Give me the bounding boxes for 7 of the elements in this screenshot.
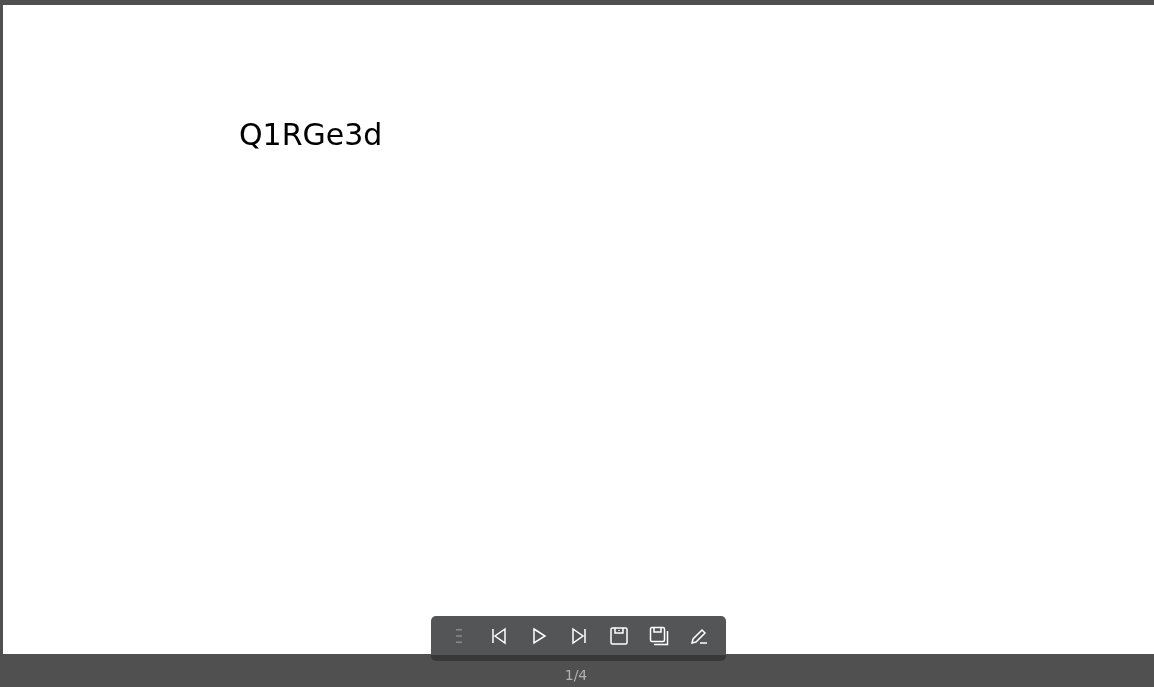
save-icon xyxy=(609,625,629,646)
skip-forward-icon xyxy=(569,625,589,646)
page-counter: 1/4 xyxy=(564,666,588,683)
menu-icon xyxy=(456,628,462,643)
slide-title: Q1RGe3d xyxy=(239,117,383,152)
skip-back-icon xyxy=(489,625,509,646)
save-all-icon xyxy=(649,625,669,646)
